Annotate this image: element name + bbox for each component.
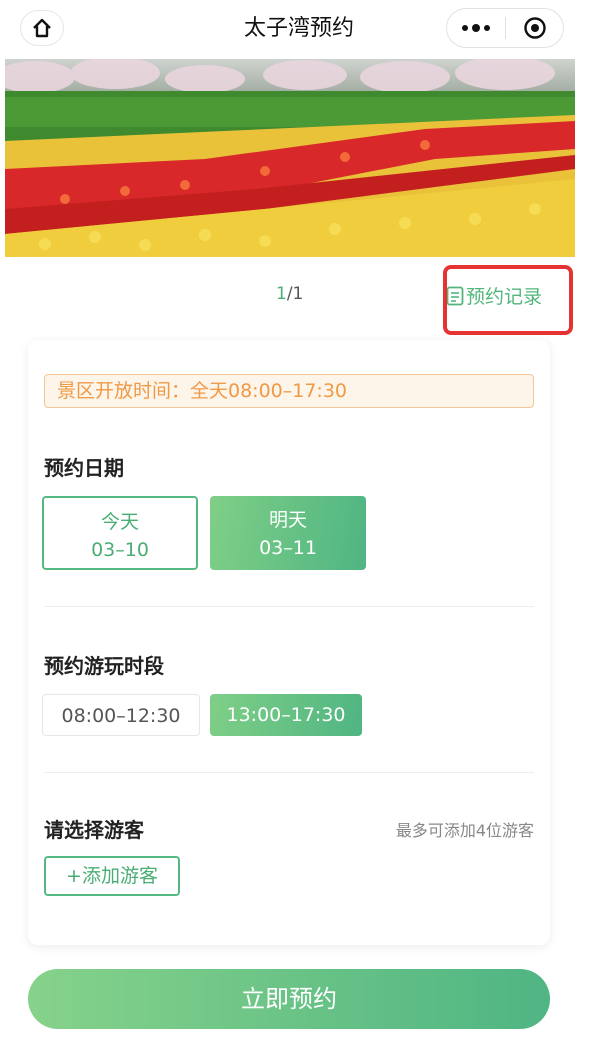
book-now-button[interactable]: 立即预约 bbox=[28, 969, 550, 1029]
opening-hours-notice: 景区开放时间：全天08:00–17:30 bbox=[44, 374, 534, 408]
capsule-close-button[interactable] bbox=[506, 9, 563, 47]
visitor-limit-hint: 最多可添加4位游客 bbox=[395, 821, 534, 840]
nav-bar: 太子湾预约 bbox=[0, 0, 598, 58]
banner-image bbox=[5, 59, 575, 257]
slot-section-title: 预约游玩时段 bbox=[44, 654, 164, 678]
date-option-tomorrow[interactable]: 明天 03–11 bbox=[210, 496, 366, 570]
annotation-highlight-box bbox=[443, 265, 573, 335]
capsule-close-icon bbox=[523, 17, 546, 39]
time-slot-morning[interactable]: 08:00–12:30 bbox=[42, 694, 200, 736]
more-button[interactable] bbox=[447, 9, 505, 47]
date-section-title: 预约日期 bbox=[44, 456, 124, 480]
date-option-today[interactable]: 今天 03–10 bbox=[42, 496, 198, 570]
pager-current: 1 bbox=[276, 284, 287, 304]
add-visitor-button[interactable]: +添加游客 bbox=[44, 856, 180, 896]
banner-pager: 1/1 bbox=[276, 284, 303, 304]
mini-program-capsule bbox=[446, 8, 564, 48]
time-slot-afternoon[interactable]: 13:00–17:30 bbox=[210, 694, 362, 736]
more-dots-icon bbox=[462, 23, 490, 32]
section-divider bbox=[44, 606, 534, 607]
section-divider bbox=[44, 772, 534, 773]
visitor-section-title: 请选择游客 bbox=[44, 818, 144, 842]
pager-total: /1 bbox=[286, 284, 304, 304]
booking-card: 景区开放时间：全天08:00–17:30 预约日期 今天 03–10 明天 03… bbox=[28, 340, 550, 945]
date-option-date: 03–10 bbox=[91, 539, 149, 561]
date-option-day: 今天 bbox=[100, 511, 139, 533]
date-option-date: 03–11 bbox=[259, 537, 317, 559]
date-option-day: 明天 bbox=[268, 509, 307, 531]
